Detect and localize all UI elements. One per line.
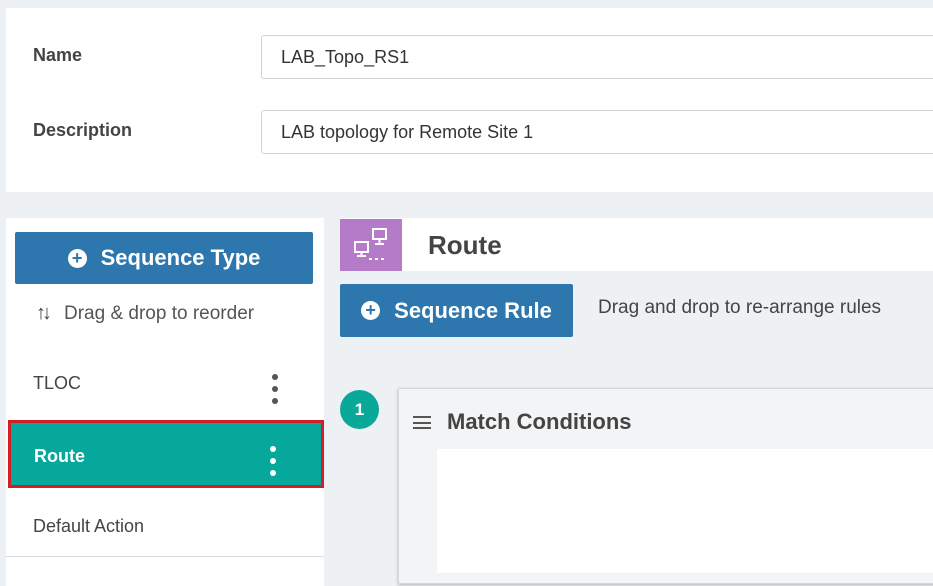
description-input[interactable]: LAB topology for Remote Site 1: [261, 110, 933, 154]
sequence-type-label: Sequence Type: [100, 245, 261, 270]
route-policy-icon: [340, 219, 402, 271]
sequence-item-tloc[interactable]: TLOC: [6, 350, 324, 418]
add-sequence-rule-button[interactable]: + Sequence Rule: [340, 284, 573, 337]
sequence-rule-label: Sequence Rule: [394, 297, 552, 323]
drag-handle-icon[interactable]: [413, 416, 431, 429]
plus-circle-icon: +: [361, 301, 381, 320]
match-conditions-body: [437, 449, 933, 573]
name-label: Name: [33, 45, 83, 65]
description-label: Description: [33, 120, 133, 140]
sequence-sidebar: + Sequence Type ↑↓ Drag & drop to reorde…: [6, 218, 324, 586]
divider: [6, 556, 324, 557]
add-sequence-type-button[interactable]: + Sequence Type: [15, 232, 313, 284]
match-conditions-title: Match Conditions: [447, 409, 632, 434]
plus-circle-icon: +: [67, 248, 87, 268]
name-input[interactable]: LAB_Topo_RS1: [261, 35, 933, 79]
drag-hint-text: Drag & drop to reorder: [64, 302, 255, 324]
sequence-item-route[interactable]: Route: [8, 420, 324, 488]
section-title: Route: [428, 230, 502, 260]
sequence-item-label: TLOC: [33, 373, 82, 393]
section-header: Route: [340, 218, 933, 271]
policy-form-panel: Name LAB_Topo_RS1 Description LAB topolo…: [6, 8, 933, 192]
rule-number-badge: 1: [340, 390, 379, 429]
rule-card: Match Conditions: [398, 388, 933, 584]
sequence-item-default-action[interactable]: Default Action: [6, 490, 324, 558]
more-vertical-icon[interactable]: [270, 446, 276, 476]
drag-reorder-hint: ↑↓ Drag & drop to reorder: [36, 302, 254, 325]
sort-arrows-icon: ↑↓: [36, 302, 52, 324]
more-vertical-icon[interactable]: [272, 374, 278, 404]
sequence-item-label: Default Action: [33, 516, 145, 536]
sequence-item-label: Route: [34, 446, 85, 466]
rule-reorder-hint: Drag and drop to re-arrange rules: [598, 297, 882, 318]
